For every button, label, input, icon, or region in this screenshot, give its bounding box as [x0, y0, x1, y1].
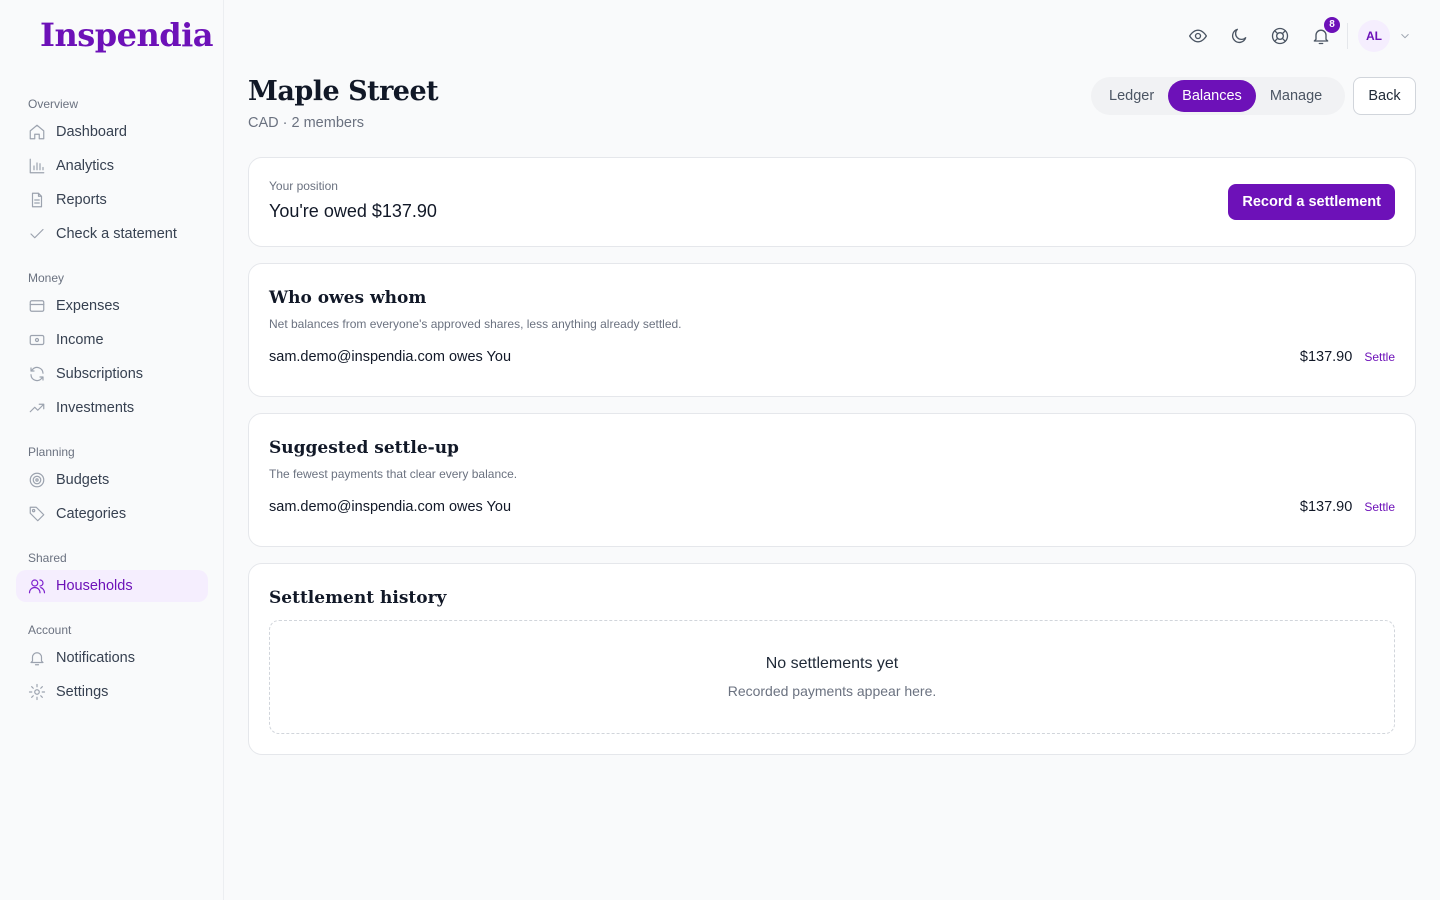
card-title: Settlement history [269, 588, 447, 608]
empty-state: No settlements yet Recorded payments app… [269, 620, 1395, 734]
nav-section-money: Money Expenses Income Subscriptions Inve… [16, 268, 208, 424]
nav-heading: Overview [28, 97, 79, 111]
topbar: 8 AL [1169, 17, 1412, 52]
nav-section-shared: Shared Households [16, 548, 208, 602]
help-buoy-icon[interactable] [1268, 24, 1292, 48]
eye-icon[interactable] [1186, 24, 1210, 48]
sidebar: Inspendia Overview Dashboard Analytics R… [0, 0, 224, 900]
topbar-divider [1347, 23, 1348, 49]
nav-section-account: Account Notifications Settings [16, 620, 208, 708]
avatar[interactable]: AL [1358, 20, 1390, 52]
sidebar-item-label: Households [56, 578, 133, 594]
document-icon [28, 191, 46, 209]
sidebar-item-analytics[interactable]: Analytics [16, 150, 208, 182]
settle-link[interactable]: Settle [1364, 350, 1395, 364]
sidebar-item-households[interactable]: Households [16, 570, 208, 602]
sidebar-item-label: Income [56, 332, 104, 348]
sidebar-item-label: Expenses [56, 298, 120, 314]
nav-heading: Account [28, 623, 72, 637]
position-value: You're owed $137.90 [269, 201, 437, 221]
sidebar-item-label: Notifications [56, 650, 135, 666]
sidebar-item-label: Investments [56, 400, 135, 416]
sidebar-item-settings[interactable]: Settings [16, 676, 208, 708]
target-icon [28, 471, 46, 489]
sidebar-item-dashboard[interactable]: Dashboard [16, 116, 208, 148]
banknote-icon [28, 331, 46, 349]
card-title: Who owes whom [269, 288, 427, 308]
position-label: Your position [269, 179, 338, 193]
tab-manage[interactable]: Manage [1256, 80, 1336, 112]
bar-chart-icon [28, 157, 46, 175]
sidebar-item-categories[interactable]: Categories [16, 498, 208, 530]
tab-ledger[interactable]: Ledger [1095, 80, 1168, 112]
view-tabs: Ledger Balances Manage [1091, 77, 1345, 115]
notifications-bell-icon[interactable]: 8 [1309, 17, 1340, 48]
back-button[interactable]: Back [1353, 77, 1416, 115]
tab-balances[interactable]: Balances [1168, 80, 1256, 112]
position-card: Your position You're owed $137.90 Record… [248, 157, 1416, 247]
page-subtitle: CAD · 2 members [248, 115, 365, 131]
empty-title: No settlements yet [765, 655, 899, 672]
nav-heading: Shared [28, 551, 67, 565]
page-title: Maple Street [248, 76, 439, 107]
tag-icon [28, 505, 46, 523]
check-icon [28, 225, 46, 243]
sidebar-item-expenses[interactable]: Expenses [16, 290, 208, 322]
notification-badge: 8 [1324, 17, 1340, 33]
nav-heading: Money [28, 271, 65, 285]
who-owes-card: Who owes whom Net balances from everyone… [248, 263, 1416, 397]
credit-card-icon [28, 297, 46, 315]
sidebar-item-label: Subscriptions [56, 366, 144, 382]
trending-up-icon [28, 399, 46, 417]
brand-logo[interactable]: Inspendia [40, 16, 214, 54]
balance-row: sam.demo@inspendia.com owes You $137.90 … [269, 349, 1395, 365]
sidebar-item-label: Check a statement [56, 226, 177, 242]
sidebar-item-reports[interactable]: Reports [16, 184, 208, 216]
suggested-card: Suggested settle-up The fewest payments … [248, 413, 1416, 547]
sidebar-item-label: Settings [56, 684, 109, 700]
refresh-icon [28, 365, 46, 383]
nav-section-overview: Overview Dashboard Analytics Reports Che… [16, 94, 208, 250]
sidebar-item-label: Categories [56, 506, 127, 522]
sidebar-item-subscriptions[interactable]: Subscriptions [16, 358, 208, 390]
gear-icon [28, 683, 46, 701]
balance-amount: $137.90 [1299, 349, 1353, 365]
sidebar-item-check-statement[interactable]: Check a statement [16, 218, 208, 250]
nav-section-planning: Planning Budgets Categories [16, 442, 208, 530]
settle-link[interactable]: Settle [1364, 500, 1395, 514]
history-card: Settlement history No settlements yet Re… [248, 563, 1416, 755]
sidebar-item-income[interactable]: Income [16, 324, 208, 356]
sidebar-item-label: Dashboard [56, 124, 127, 140]
sidebar-item-label: Reports [56, 192, 107, 208]
balance-who: sam.demo@inspendia.com owes You [269, 349, 512, 365]
suggestion-amount: $137.90 [1299, 499, 1353, 515]
suggestion-row: sam.demo@inspendia.com owes You $137.90 … [269, 499, 1395, 515]
sidebar-item-label: Analytics [56, 158, 115, 174]
home-icon [28, 123, 46, 141]
card-description: Net balances from everyone's approved sh… [269, 317, 682, 331]
chevron-down-icon[interactable] [1398, 29, 1412, 43]
bell-icon [28, 649, 46, 667]
card-description: The fewest payments that clear every bal… [269, 467, 518, 481]
sidebar-item-budgets[interactable]: Budgets [16, 464, 208, 496]
sidebar-item-label: Budgets [56, 472, 110, 488]
empty-subtitle: Recorded payments appear here. [727, 683, 937, 699]
sidebar-item-notifications[interactable]: Notifications [16, 642, 208, 674]
card-title: Suggested settle-up [269, 438, 459, 458]
sidebar-item-investments[interactable]: Investments [16, 392, 208, 424]
users-icon [28, 577, 46, 595]
suggestion-who: sam.demo@inspendia.com owes You [269, 499, 512, 515]
record-settlement-button[interactable]: Record a settlement [1228, 184, 1395, 220]
nav-heading: Planning [28, 445, 75, 459]
moon-icon[interactable] [1227, 24, 1251, 48]
